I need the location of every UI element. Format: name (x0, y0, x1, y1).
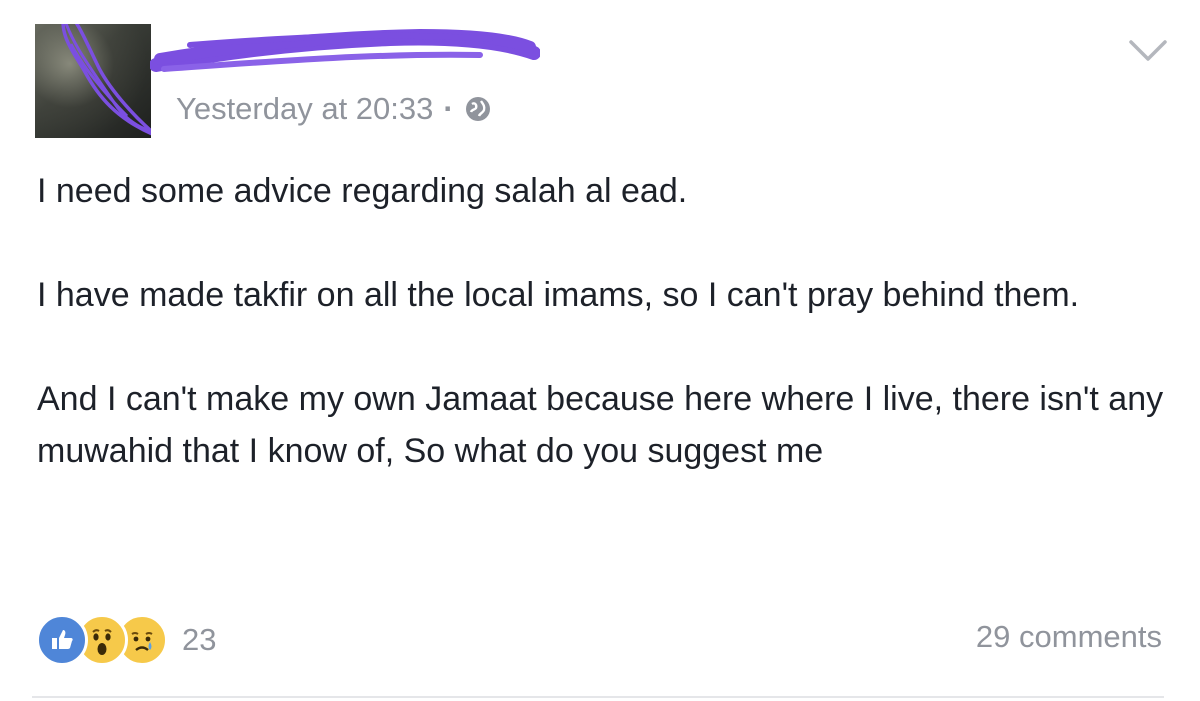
post-paragraph: And I can't make my own Jamaat because h… (37, 380, 1164, 470)
post-timestamp[interactable]: Yesterday at 20:33 (176, 91, 433, 127)
divider (32, 696, 1164, 698)
like-icon (36, 614, 88, 666)
globe-icon[interactable] (464, 95, 492, 123)
post-paragraph: I need some advice regarding salah al ea… (37, 172, 688, 210)
post-paragraph: I have made takfir on all the local imam… (37, 276, 1080, 314)
avatar-scribble-redaction (61, 24, 151, 136)
post-meta: Yesterday at 20:33 · (176, 91, 492, 127)
meta-separator: · (443, 91, 454, 126)
comments-count[interactable]: 29 comments (976, 619, 1162, 655)
chevron-down-icon[interactable] (1128, 38, 1168, 64)
post-message: I need some advice regarding salah al ea… (37, 165, 1167, 477)
reaction-count[interactable]: 23 (182, 622, 216, 658)
author-name-redaction (150, 28, 540, 72)
facebook-post: Yesterday at 20:33 · I need some advice … (0, 0, 1200, 701)
avatar[interactable] (35, 24, 151, 138)
reactions-summary[interactable]: 23 (36, 614, 216, 666)
